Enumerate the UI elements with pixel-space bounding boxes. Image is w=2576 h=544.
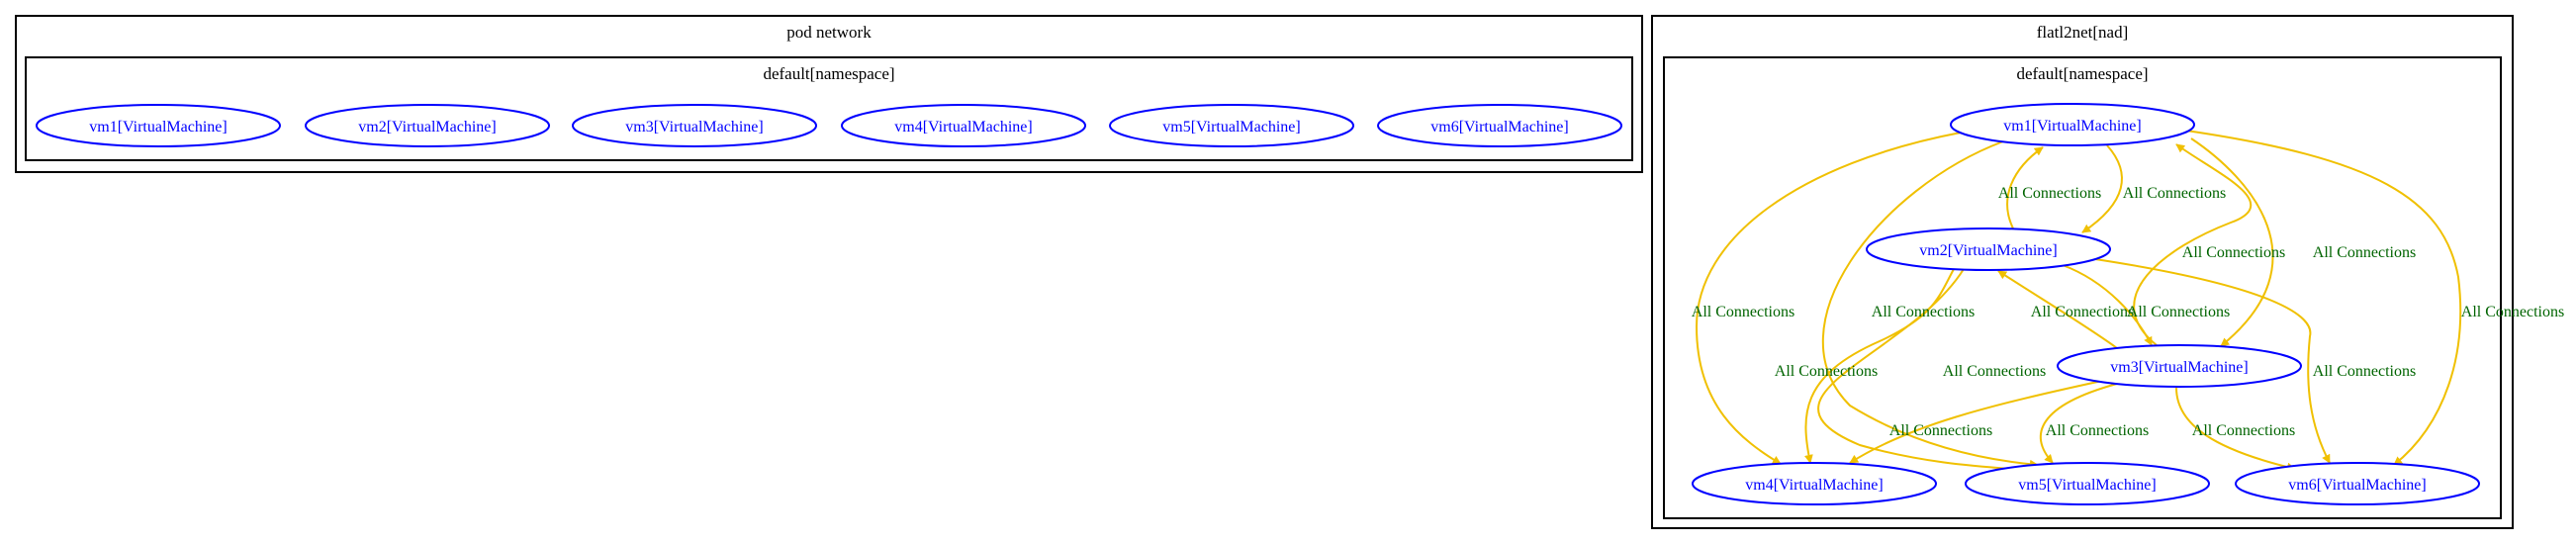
- pod-network-node-vm1[interactable]: vm1[VirtualMachine]: [36, 104, 281, 147]
- edge-line: [2185, 130, 2462, 466]
- edge-label-vm1-to-vm6: All Connections: [2461, 304, 2564, 320]
- node-label: vm5[VirtualMachine]: [2018, 477, 2156, 494]
- node-label: vm3[VirtualMachine]: [625, 119, 763, 136]
- edge-label-vm2-to-vm3: All Connections: [2127, 304, 2230, 320]
- edge-label-vm2-to-vm1: All Connections: [1998, 185, 2101, 202]
- edge-label-vm2-to-vm5: All Connections: [1943, 363, 2046, 380]
- edge-label-vm1-to-vm3: All Connections: [2313, 244, 2416, 261]
- flatl2net-node-vm1[interactable]: vm1[VirtualMachine]: [1950, 103, 2195, 146]
- pod-network-namespace-cluster: default[namespace] vm1[VirtualMachine] v…: [25, 56, 1633, 161]
- edge-label-vm2-to-vm6: All Connections: [2313, 363, 2416, 380]
- node-label: vm3[VirtualMachine]: [2110, 359, 2248, 376]
- node-label: vm1[VirtualMachine]: [2003, 118, 2141, 135]
- pod-network-node-vm4[interactable]: vm4[VirtualMachine]: [841, 104, 1086, 147]
- edge-line: [1695, 132, 1962, 465]
- edge-vm1-to-vm4: [1695, 132, 1962, 465]
- flatl2net-node-vm3[interactable]: vm3[VirtualMachine]: [2057, 344, 2302, 388]
- pod-network-node-vm3[interactable]: vm3[VirtualMachine]: [572, 104, 817, 147]
- node-label: vm2[VirtualMachine]: [1919, 242, 2057, 259]
- flatl2net-title: flatl2net[nad]: [2037, 23, 2129, 42]
- flatl2net-namespace-cluster: default[namespace] All Connections All Co…: [1663, 56, 2564, 519]
- node-label: vm4[VirtualMachine]: [1745, 477, 1883, 494]
- node-label: vm6[VirtualMachine]: [2288, 477, 2426, 494]
- node-label: vm4[VirtualMachine]: [894, 119, 1032, 136]
- flatl2net-node-vm6[interactable]: vm6[VirtualMachine]: [2235, 462, 2480, 505]
- node-label: vm1[VirtualMachine]: [89, 119, 227, 136]
- flatl2net-node-vm2[interactable]: vm2[VirtualMachine]: [1866, 227, 2111, 271]
- pod-network-node-vm2[interactable]: vm2[VirtualMachine]: [305, 104, 550, 147]
- edge-label-vm2-to-vm4: All Connections: [1775, 363, 1878, 380]
- flatl2net-node-vm4[interactable]: vm4[VirtualMachine]: [1692, 462, 1937, 505]
- pod-network-node-vm5[interactable]: vm5[VirtualMachine]: [1109, 104, 1354, 147]
- edge-label-vm3-to-vm4: All Connections: [1889, 422, 1992, 439]
- node-label: vm5[VirtualMachine]: [1162, 119, 1300, 136]
- pod-network-namespace-title: default[namespace]: [763, 64, 894, 83]
- edge-label-vm3-to-vm1: All Connections: [2182, 244, 2285, 261]
- edge-vm1-to-vm6: [2185, 130, 2462, 466]
- flatl2net-edge-labels: All Connections All ConnectionsAll Connec…: [1692, 185, 2564, 439]
- flatl2net-namespace-title: default[namespace]: [2016, 64, 2148, 83]
- node-label: vm2[VirtualMachine]: [358, 119, 496, 136]
- edge-label-vm3-to-vm5: All Connections: [2046, 422, 2149, 439]
- network-diagram: pod network default[namespace] vm1[Virtu…: [15, 15, 2564, 529]
- pod-network-cluster: pod network default[namespace] vm1[Virtu…: [15, 15, 1643, 173]
- node-label: vm6[VirtualMachine]: [1430, 119, 1568, 136]
- pod-network-title: pod network: [786, 23, 872, 42]
- edge-label-vm1-to-vm5: All Connections: [1872, 304, 1975, 320]
- flatl2net-node-vm5[interactable]: vm5[VirtualMachine]: [1965, 462, 2210, 505]
- pod-network-node-vm6[interactable]: vm6[VirtualMachine]: [1377, 104, 1622, 147]
- flatl2net-edges: [1695, 130, 2462, 475]
- edge-label-vm1-to-vm2: All Connections: [2123, 185, 2226, 202]
- edge-label-vm3-to-vm2: All Connections: [2031, 304, 2134, 320]
- edge-label-vm3-to-vm6: All Connections: [2192, 422, 2295, 439]
- edge-label-vm1-to-vm4: All Connections: [1692, 304, 1794, 320]
- flatl2net-cluster: flatl2net[nad] default[namespace] All Co…: [1651, 15, 2564, 529]
